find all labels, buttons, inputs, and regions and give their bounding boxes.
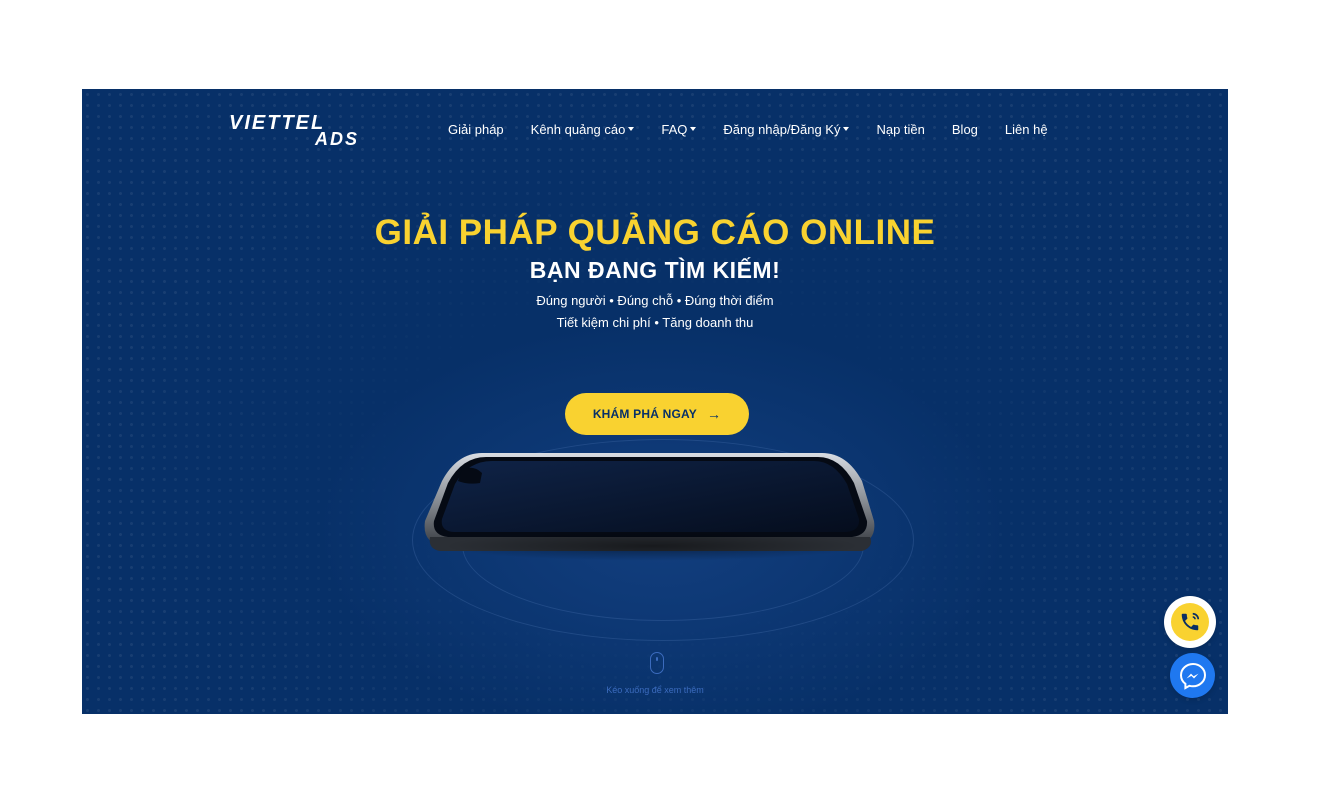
nav-item-label: FAQ	[661, 121, 688, 137]
hero-section: VIETTEL ADS Giải pháp Kênh quảng cáo FAQ…	[82, 89, 1228, 714]
nav-item-login-register[interactable]: Đăng nhập/Đăng Ký	[723, 121, 850, 137]
nav-item-label: Giải pháp	[448, 121, 504, 137]
nav-item-label: Kênh quảng cáo	[530, 121, 626, 137]
logo-text-top: VIETTEL	[229, 112, 326, 134]
caret-down-icon	[690, 127, 697, 131]
messenger-button[interactable]	[1170, 653, 1215, 698]
nav-item-label: Nạp tiền	[876, 121, 925, 137]
arrow-right-icon: →	[706, 406, 722, 422]
phone-icon	[1171, 603, 1209, 641]
explore-now-button[interactable]: KHÁM PHÁ NGAY →	[565, 393, 749, 435]
scroll-mouse-icon[interactable]	[650, 652, 664, 674]
nav-item-nap-tien[interactable]: Nạp tiền	[876, 122, 924, 137]
nav-item-faq[interactable]: FAQ	[661, 121, 697, 137]
logo-text-bottom: ADS	[315, 129, 360, 149]
main-nav: Giải pháp Kênh quảng cáo FAQ Đăng nhập/Đ…	[448, 119, 1075, 139]
caret-down-icon	[843, 127, 850, 131]
viettel-ads-logo[interactable]: VIETTEL ADS	[229, 113, 369, 149]
nav-item-lien-he[interactable]: Liên hệ	[1005, 122, 1048, 137]
call-button[interactable]	[1164, 596, 1216, 648]
messenger-icon	[1179, 662, 1206, 690]
caret-down-icon	[628, 127, 635, 131]
hero-headline: GIẢI PHÁP QUẢNG CÁO ONLINE	[374, 213, 936, 252]
nav-item-label: Đăng nhập/Đăng Ký	[723, 121, 841, 137]
nav-item-giai-phap[interactable]: Giải pháp	[448, 122, 504, 137]
nav-item-label: Liên hệ	[1004, 121, 1048, 137]
cta-label: KHÁM PHÁ NGAY	[592, 407, 697, 421]
scroll-hint: Kéo xuống để xem thêm	[606, 685, 704, 695]
nav-item-kenh-quang-cao[interactable]: Kênh quảng cáo	[531, 122, 635, 137]
nav-item-label: Blog	[951, 121, 978, 137]
phone-illustration	[422, 451, 877, 561]
hero-tagline-2: Tiết kiệm chi phí • Tăng doanh thu	[556, 315, 754, 330]
phone-shadow	[442, 531, 862, 561]
hero-subheadline: BẠN ĐANG TÌM KIẾM!	[529, 257, 781, 283]
nav-item-blog[interactable]: Blog	[952, 122, 978, 137]
hero-tagline-1: Đúng người • Đúng chỗ • Đúng thời điểm	[536, 293, 774, 308]
